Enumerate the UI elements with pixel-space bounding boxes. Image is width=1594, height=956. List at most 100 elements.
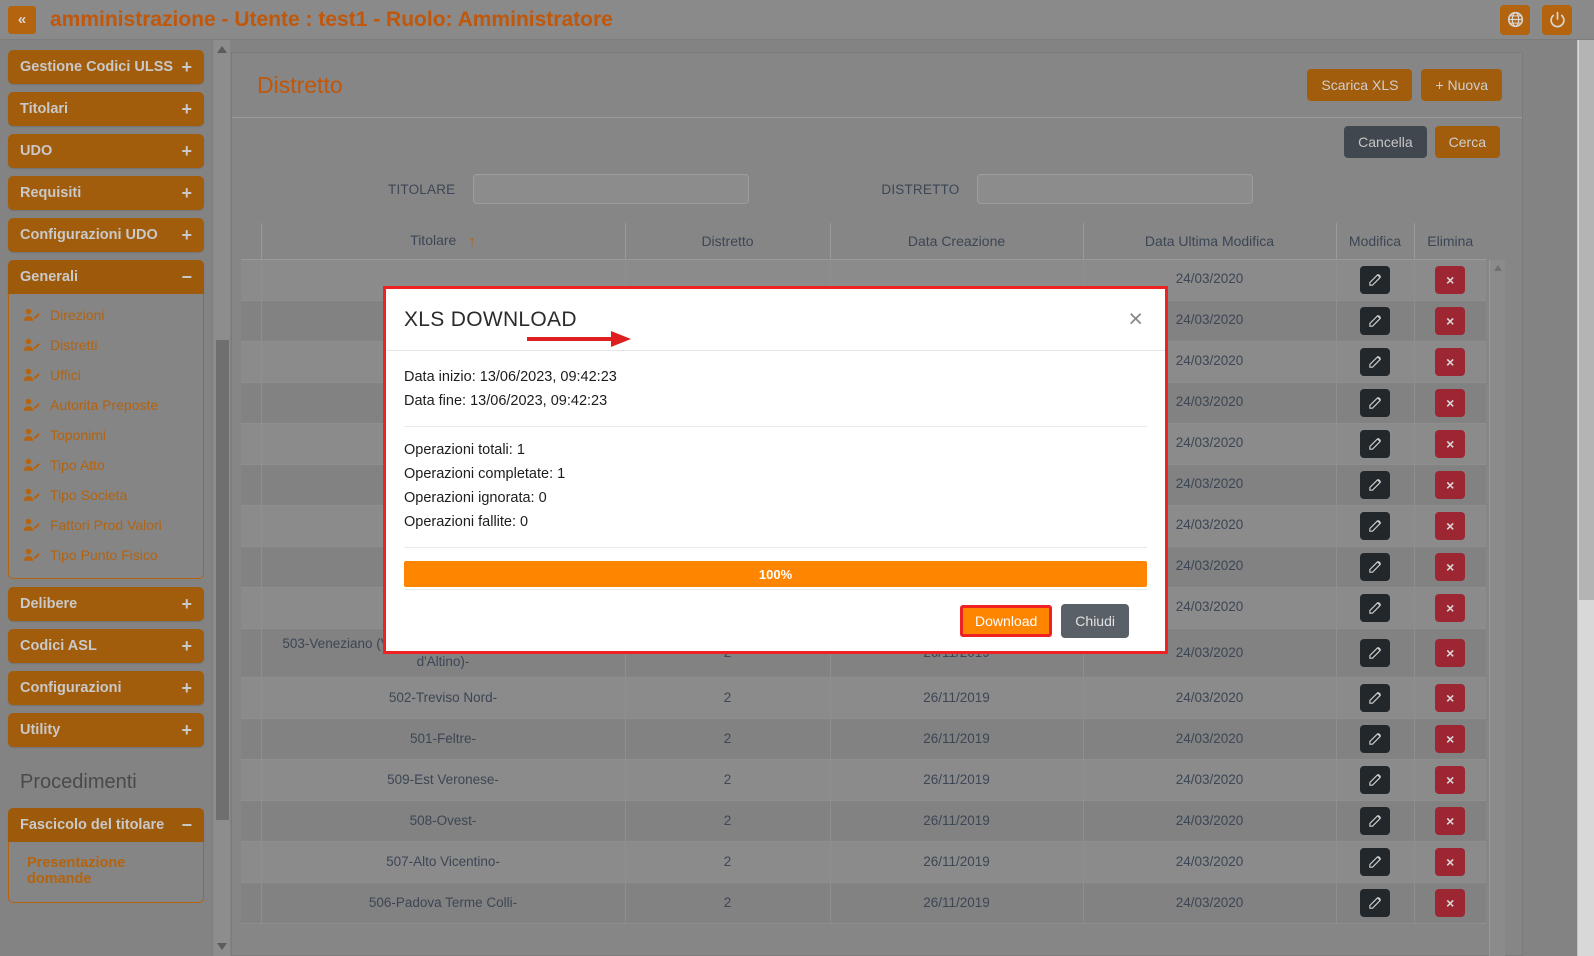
edit-icon[interactable] bbox=[1360, 725, 1390, 753]
sidebar-scrollbar[interactable] bbox=[212, 40, 230, 956]
table-row[interactable]: 508-Ovest-226/11/201924/03/2020× bbox=[241, 800, 1486, 841]
sidebar-group-label: Codici ASL bbox=[20, 638, 181, 654]
close-icon[interactable]: × bbox=[1435, 553, 1465, 581]
sidebar-group-configurazioni-udo[interactable]: Configurazioni UDO + bbox=[8, 218, 204, 252]
close-icon[interactable]: × bbox=[1435, 348, 1465, 376]
sidebar-item-tipo-societa[interactable]: Tipo Societa bbox=[9, 480, 203, 510]
edit-icon[interactable] bbox=[1360, 512, 1390, 540]
close-icon[interactable]: × bbox=[1435, 766, 1465, 794]
scarica-xls-button[interactable]: Scarica XLS bbox=[1307, 69, 1412, 101]
sidebar-group-label: Fascicolo del titolare bbox=[20, 817, 181, 833]
sidebar-group-requisiti[interactable]: Requisiti + bbox=[8, 176, 204, 210]
close-icon[interactable]: × bbox=[1435, 471, 1465, 499]
sidebar-item-direzioni[interactable]: Direzioni bbox=[9, 300, 203, 330]
edit-icon[interactable] bbox=[1360, 684, 1390, 712]
power-icon[interactable] bbox=[1542, 5, 1572, 35]
edit-icon[interactable] bbox=[1360, 594, 1390, 622]
sidebar-item-tipo-atto[interactable]: Tipo Atto bbox=[9, 450, 203, 480]
globe-icon[interactable] bbox=[1500, 5, 1530, 35]
cell-modifica bbox=[1336, 800, 1414, 841]
edit-icon[interactable] bbox=[1360, 266, 1390, 294]
sidebar-item-fattori-prod-valori[interactable]: Fattori Prod Valori bbox=[9, 510, 203, 540]
close-icon[interactable]: × bbox=[1435, 430, 1465, 458]
close-icon[interactable]: × bbox=[1435, 639, 1465, 667]
page-scrollbar[interactable] bbox=[1577, 40, 1594, 956]
close-icon[interactable]: × bbox=[1435, 512, 1465, 540]
edit-icon[interactable] bbox=[1360, 553, 1390, 581]
sidebar-group-gestione-codici-ulss[interactable]: Gestione Codici ULSS + bbox=[8, 50, 204, 84]
close-icon[interactable]: × bbox=[1435, 307, 1465, 335]
cerca-button[interactable]: Cerca bbox=[1435, 126, 1500, 158]
scroll-down-icon[interactable] bbox=[217, 943, 227, 951]
edit-icon[interactable] bbox=[1360, 307, 1390, 335]
edit-icon[interactable] bbox=[1360, 807, 1390, 835]
cell-distretto: 2 bbox=[625, 677, 830, 718]
sidebar-group-utility[interactable]: Utility + bbox=[8, 713, 204, 747]
cell-data-creazione: 26/11/2019 bbox=[830, 718, 1083, 759]
table-row[interactable]: 506-Padova Terme Colli-226/11/201924/03/… bbox=[241, 882, 1486, 923]
cell-elimina: × bbox=[1414, 341, 1486, 382]
cell-elimina: × bbox=[1414, 841, 1486, 882]
close-icon[interactable]: × bbox=[1435, 725, 1465, 753]
edit-icon[interactable] bbox=[1360, 889, 1390, 917]
nuova-button[interactable]: + Nuova bbox=[1421, 69, 1502, 101]
edit-icon[interactable] bbox=[1360, 639, 1390, 667]
close-icon[interactable]: × bbox=[1435, 848, 1465, 876]
close-icon[interactable]: × bbox=[1128, 307, 1143, 332]
user-edit-icon bbox=[23, 398, 41, 412]
close-icon[interactable]: × bbox=[1435, 389, 1465, 417]
sidebar-item-tipo-punto-fisico[interactable]: Tipo Punto Fisico bbox=[9, 540, 203, 570]
cell-data-creazione: 26/11/2019 bbox=[830, 841, 1083, 882]
table-row[interactable]: 502-Treviso Nord-226/11/201924/03/2020× bbox=[241, 677, 1486, 718]
cell-elimina: × bbox=[1414, 464, 1486, 505]
col-titolare[interactable]: Titolare↑ bbox=[261, 223, 625, 259]
sidebar-item-label: Toponimi bbox=[50, 427, 106, 443]
sidebar-item-distretti[interactable]: Distretti bbox=[9, 330, 203, 360]
edit-icon[interactable] bbox=[1360, 389, 1390, 417]
sidebar-group-generali[interactable]: Generali − bbox=[8, 260, 204, 294]
sidebar-group-configurazioni[interactable]: Configurazioni + bbox=[8, 671, 204, 705]
col-data-ultima-modifica[interactable]: Data Ultima Modifica bbox=[1083, 223, 1336, 259]
cell-data-creazione: 26/11/2019 bbox=[830, 759, 1083, 800]
close-icon[interactable]: × bbox=[1435, 889, 1465, 917]
page-title: Distretto bbox=[257, 72, 343, 99]
sidebar-group-titolari[interactable]: Titolari + bbox=[8, 92, 204, 126]
filter-titolare-input[interactable] bbox=[473, 174, 749, 204]
sidebar-item-label: Tipo Punto Fisico bbox=[50, 547, 158, 563]
sidebar-scrollbar-thumb[interactable] bbox=[216, 340, 229, 820]
sidebar-collapse-button[interactable]: « bbox=[8, 6, 36, 34]
col-data-creazione[interactable]: Data Creazione bbox=[830, 223, 1083, 259]
col-distretto[interactable]: Distretto bbox=[625, 223, 830, 259]
close-icon[interactable]: × bbox=[1435, 807, 1465, 835]
table-scrollbar[interactable] bbox=[1489, 260, 1505, 956]
close-icon[interactable]: × bbox=[1435, 594, 1465, 622]
edit-icon[interactable] bbox=[1360, 471, 1390, 499]
table-row[interactable]: 509-Est Veronese-226/11/201924/03/2020× bbox=[241, 759, 1486, 800]
sidebar-group-label: Titolari bbox=[20, 101, 181, 117]
close-icon[interactable]: × bbox=[1435, 266, 1465, 294]
cell-elimina: × bbox=[1414, 800, 1486, 841]
filter-distretto-input[interactable] bbox=[977, 174, 1253, 204]
chiudi-button[interactable]: Chiudi bbox=[1061, 604, 1129, 638]
sidebar-group-udo[interactable]: UDO + bbox=[8, 134, 204, 168]
cancella-button[interactable]: Cancella bbox=[1344, 126, 1426, 158]
close-icon[interactable]: × bbox=[1435, 684, 1465, 712]
scroll-up-icon[interactable] bbox=[1494, 265, 1502, 271]
sidebar-group-delibere[interactable]: Delibere + bbox=[8, 587, 204, 621]
scroll-up-icon[interactable] bbox=[217, 45, 227, 53]
page-scrollbar-thumb[interactable] bbox=[1579, 40, 1594, 600]
sidebar-item-uffici[interactable]: Uffici bbox=[9, 360, 203, 390]
table-row[interactable]: 501-Feltre-226/11/201924/03/2020× bbox=[241, 718, 1486, 759]
edit-icon[interactable] bbox=[1360, 348, 1390, 376]
sidebar-item-toponimi[interactable]: Toponimi bbox=[9, 420, 203, 450]
sidebar-item-autorita-preposte[interactable]: Autorita Preposte bbox=[9, 390, 203, 420]
edit-icon[interactable] bbox=[1360, 766, 1390, 794]
table-row[interactable]: 507-Alto Vicentino-226/11/201924/03/2020… bbox=[241, 841, 1486, 882]
sidebar-group-codici-asl[interactable]: Codici ASL + bbox=[8, 629, 204, 663]
sidebar-item-presentazione-domande[interactable]: Presentazione domande bbox=[9, 848, 203, 894]
edit-icon[interactable] bbox=[1360, 430, 1390, 458]
edit-icon[interactable] bbox=[1360, 848, 1390, 876]
sidebar-group-fascicolo-del-titolare[interactable]: Fascicolo del titolare − bbox=[8, 808, 204, 842]
row-spacer bbox=[241, 759, 261, 800]
download-button[interactable]: Download bbox=[960, 605, 1052, 637]
